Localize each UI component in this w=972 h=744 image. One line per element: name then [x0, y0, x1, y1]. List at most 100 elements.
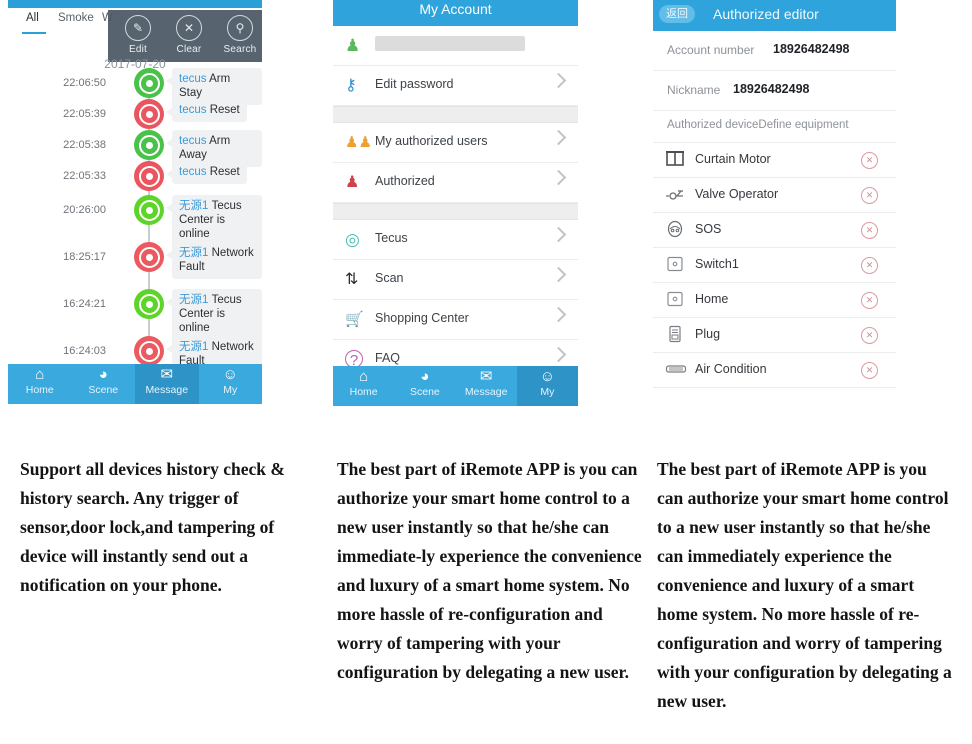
nav-item-my[interactable]: ☺ My: [199, 364, 263, 404]
shopping-cart-icon: 🛒: [345, 311, 364, 328]
list-item-shopping-center[interactable]: 🛒 Shopping Center: [333, 300, 578, 340]
device-row[interactable]: Curtain Motor ✕: [653, 143, 896, 178]
editor-form: Account number 18926482498 Nickname 1892…: [653, 31, 896, 388]
edit-icon: ✎: [125, 15, 151, 41]
device-label: SOS: [695, 222, 722, 236]
device-row[interactable]: Valve Operator ✕: [653, 178, 896, 213]
clear-button[interactable]: ✕ Clear: [165, 15, 213, 55]
device-row[interactable]: Home ✕: [653, 283, 896, 318]
section-divider: [333, 203, 578, 220]
list-item-label: Edit password: [375, 77, 454, 91]
signal-ring-icon: [134, 195, 164, 225]
event-timeline: 22:06:50 tecus Arm Stay 22:05:39 tecus R…: [8, 68, 262, 373]
sos-icon: [665, 220, 685, 240]
remove-circle-icon[interactable]: ✕: [861, 327, 878, 344]
pie-scene-icon: ◕: [98, 366, 108, 383]
remove-circle-icon[interactable]: ✕: [861, 292, 878, 309]
device-row[interactable]: Air Condition ✕: [653, 353, 896, 388]
remove-circle-icon[interactable]: ✕: [861, 187, 878, 204]
nav-item-message[interactable]: ✉ Message: [135, 364, 199, 404]
edit-button[interactable]: ✎ Edit: [114, 15, 162, 55]
event-time: 16:24:21: [63, 298, 106, 310]
signal-ring-icon: [134, 242, 164, 272]
event-time: 22:06:50: [63, 77, 106, 89]
chevron-right-icon: [550, 346, 567, 363]
chevron-right-icon: [550, 72, 567, 89]
history-toolbar: ✎ Edit ✕ Clear ⚲ Search: [108, 10, 262, 62]
close-icon: ✕: [176, 15, 202, 41]
users-group-icon: ♟♟: [345, 134, 372, 151]
remove-circle-icon[interactable]: ✕: [861, 152, 878, 169]
bottom-nav: ⌂ Home ◕ Scene ✉ Message ☺ My: [333, 366, 578, 406]
device-row[interactable]: Plug ✕: [653, 318, 896, 353]
plug-icon: [665, 325, 685, 345]
event-prefix: 无源1: [179, 294, 209, 306]
edit-label: Edit: [128, 44, 148, 55]
nickname-field[interactable]: Nickname 18926482498: [653, 71, 896, 111]
home-shield-icon: [134, 161, 164, 191]
list-item-label: Tecus: [375, 231, 408, 245]
home-wifi-icon: ⌂: [359, 368, 369, 385]
list-item-scan[interactable]: ⇅ Scan: [333, 260, 578, 300]
nav-item-home[interactable]: ⌂ Home: [333, 366, 394, 406]
list-item-edit-password[interactable]: ⚷ Edit password: [333, 66, 578, 106]
back-button[interactable]: 返回: [659, 5, 695, 23]
device-row[interactable]: Switch1 ✕: [653, 248, 896, 283]
page-title: Authorized editor: [713, 6, 819, 22]
caption-authorize-left: The best part of iRemote APP is you can …: [337, 459, 642, 682]
field-value: 18926482498: [733, 82, 810, 96]
remove-circle-icon[interactable]: ✕: [861, 257, 878, 274]
device-row[interactable]: SOS ✕: [653, 213, 896, 248]
list-item-authorized[interactable]: ♟ Authorized: [333, 163, 578, 203]
chevron-right-icon: [550, 169, 567, 186]
nav-label: My: [540, 386, 555, 398]
tab-all[interactable]: All: [26, 12, 39, 24]
nav-item-scene[interactable]: ◕ Scene: [394, 366, 455, 406]
edit-glyph: ✎: [132, 21, 144, 35]
list-item-label: Authorized: [375, 174, 435, 188]
account-list: ♟ ⚷ Edit password ♟♟ My authorized users…: [333, 26, 578, 380]
event-bubble: 无源1 Tecus Center is online: [172, 195, 262, 246]
my-account-screen: My Account ♟ ⚷ Edit password ♟♟ My autho…: [333, 0, 578, 406]
remove-circle-icon[interactable]: ✕: [861, 362, 878, 379]
close-glyph: ✕: [183, 21, 195, 35]
list-item-tecus[interactable]: ◎ Tecus: [333, 220, 578, 260]
event-bubble: tecus Reset: [172, 99, 247, 122]
event-time: 22:05:33: [63, 170, 106, 182]
section-title: Authorized deviceDefine equipment: [653, 111, 896, 143]
remove-circle-icon[interactable]: ✕: [861, 222, 878, 239]
screen-header: 返回 Authorized editor: [653, 0, 896, 31]
screen-header: My Account: [333, 0, 578, 26]
nav-item-my[interactable]: ☺ My: [516, 366, 578, 406]
nav-label: Home: [349, 386, 378, 398]
event-time: 20:26:00: [63, 204, 106, 216]
event-text: Reset: [209, 104, 240, 116]
event-prefix: tecus: [179, 166, 207, 178]
event-time: 22:05:39: [63, 108, 106, 120]
curtain-icon: [665, 150, 685, 170]
account-number-field[interactable]: Account number 18926482498: [653, 31, 896, 71]
caption-authorize-right: The best part of iRemote APP is you can …: [657, 459, 952, 711]
nav-item-scene[interactable]: ◕ Scene: [72, 364, 136, 404]
switch-icon: [665, 255, 685, 275]
list-item-my-authorized-users[interactable]: ♟♟ My authorized users: [333, 123, 578, 163]
tab-smoke[interactable]: Smoke: [58, 12, 94, 24]
status-bar: [8, 0, 262, 8]
nav-label: Scene: [409, 386, 440, 398]
bottom-nav: ⌂ Home ◕ Scene ✉ Message ☺ My: [8, 364, 262, 404]
home-shield-icon: [134, 130, 164, 160]
switch-icon: [665, 290, 685, 310]
device-label: Curtain Motor: [695, 152, 771, 166]
nav-item-home[interactable]: ⌂ Home: [8, 364, 72, 404]
section-title-label: Authorized deviceDefine equipment: [667, 119, 849, 131]
date-header: 2017-07-20: [104, 58, 166, 68]
event-prefix: 无源1: [179, 200, 209, 212]
search-button[interactable]: ⚲ Search: [216, 15, 262, 55]
nav-item-message[interactable]: ✉ Message: [456, 366, 517, 406]
envelope-icon: ✉: [479, 368, 493, 385]
device-label: Switch1: [695, 257, 739, 271]
valve-icon: [665, 185, 685, 205]
event-prefix: 无源1: [179, 341, 209, 353]
air-condition-icon: [665, 360, 687, 380]
account-row[interactable]: ♟: [333, 26, 578, 66]
